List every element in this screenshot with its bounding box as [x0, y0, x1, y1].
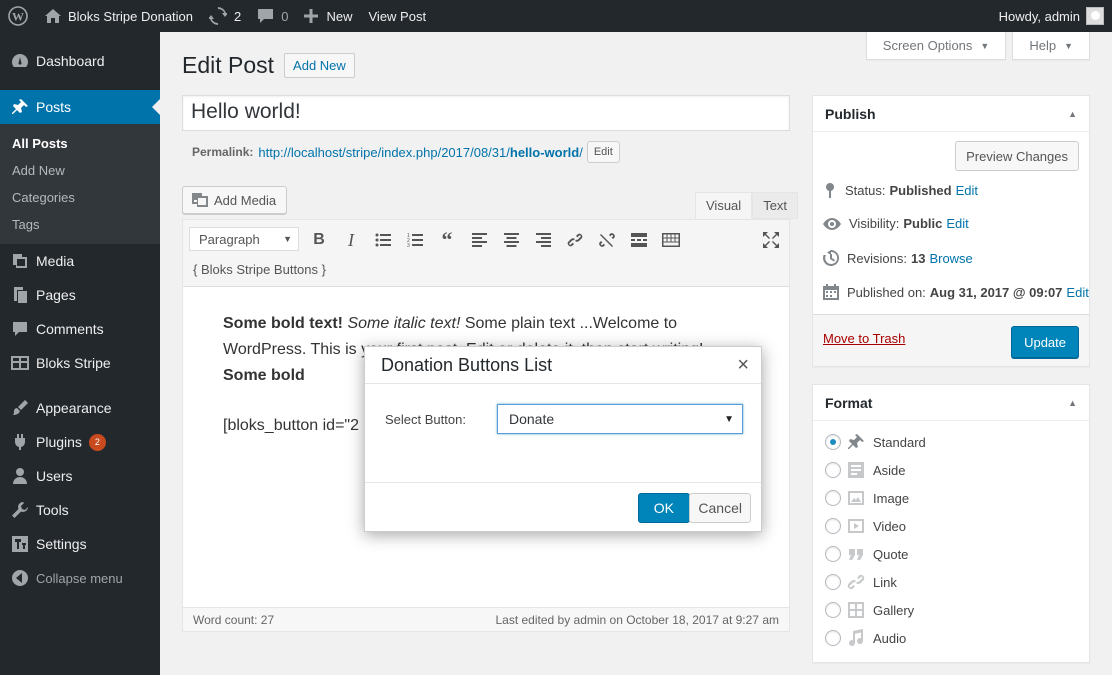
donation-buttons-dialog: Donation Buttons List × Select Button: D… — [364, 346, 762, 532]
dialog-body: Select Button: Donate ▼ — [365, 384, 761, 482]
close-icon[interactable]: × — [737, 355, 749, 375]
donation-button-select-value: Donate — [509, 411, 555, 427]
chevron-down-icon: ▼ — [724, 413, 734, 425]
dialog-footer: OK Cancel — [365, 482, 761, 532]
select-button-label: Select Button: — [385, 412, 466, 427]
dialog-header: Donation Buttons List × — [365, 347, 761, 384]
dialog-title: Donation Buttons List — [381, 354, 553, 375]
cancel-button[interactable]: Cancel — [689, 493, 751, 523]
ok-button[interactable]: OK — [637, 493, 690, 523]
donation-button-select[interactable]: Donate ▼ — [497, 404, 743, 434]
modal-backdrop — [0, 0, 1112, 675]
